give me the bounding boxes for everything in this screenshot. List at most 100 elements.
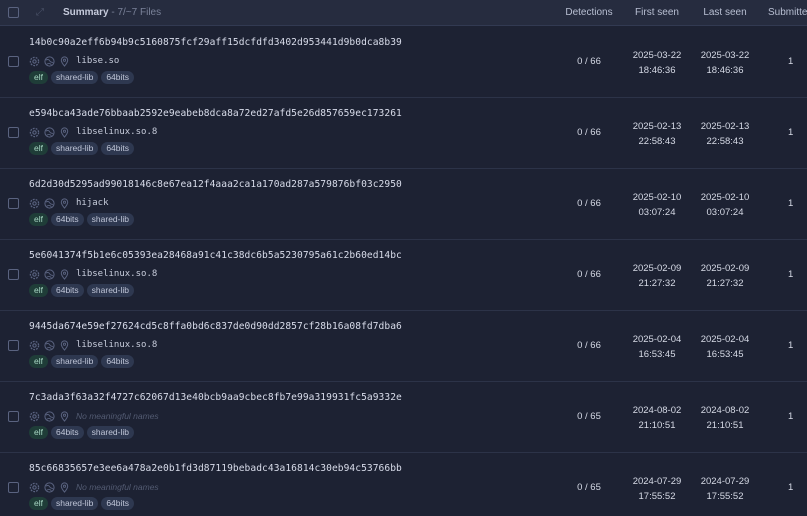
table-row[interactable]: e594bca43ade76bbaab2592e9eabeb8dca8a72ed… <box>0 98 807 169</box>
tag-shared-lib[interactable]: shared-lib <box>86 284 134 297</box>
file-hash-link[interactable]: e594bca43ade76bbaab2592e9eabeb8dca8a72ed… <box>29 108 402 119</box>
row-checkbox[interactable] <box>8 482 19 493</box>
location-pin-icon <box>59 126 70 138</box>
table-row[interactable]: 5e6041374f5b1e6c05393ea28468a91c41c38dc6… <box>0 240 807 311</box>
settings-icon <box>29 340 40 351</box>
file-meta: libselinux.so.8 <box>29 339 157 351</box>
location-pin-icon <box>59 55 70 67</box>
tag-list: elf 64bits shared-lib <box>29 284 134 297</box>
submitters-value: 1 <box>788 269 794 280</box>
row-checkbox[interactable] <box>8 411 19 422</box>
row-checkbox[interactable] <box>8 127 19 138</box>
detections-column-header[interactable]: Detections <box>560 0 618 26</box>
table-row[interactable]: 85c66835657e3ee6a478a2e0b1fd3d87119bebad… <box>0 453 807 516</box>
first-seen-time: 22:58:43 <box>638 135 676 147</box>
last-seen-date: 2025-02-10 <box>700 192 750 203</box>
settings-icon <box>29 56 40 67</box>
globe-icon <box>44 126 55 138</box>
tag-shared-lib[interactable]: shared-lib <box>50 355 99 368</box>
row-checkbox[interactable] <box>8 198 19 209</box>
first-seen-time: 17:55:52 <box>638 490 676 502</box>
first-seen-time: 03:07:24 <box>638 206 676 218</box>
last-seen-date: 2024-07-29 <box>700 476 750 487</box>
table-row[interactable]: 7c3ada3f63a32f4727c62067d13e40bcb9aa9cbe… <box>0 382 807 453</box>
settings-icon <box>29 198 40 209</box>
first-seen-date: 2025-02-13 <box>632 121 682 132</box>
globe-icon <box>44 55 55 67</box>
tag-shared-lib[interactable]: shared-lib <box>50 497 99 510</box>
first-seen-date: 2025-02-09 <box>632 263 682 274</box>
first-seen-time: 21:10:51 <box>638 419 676 431</box>
last-seen-time: 16:53:45 <box>706 348 744 360</box>
tag-elf[interactable]: elf <box>29 355 48 368</box>
last-seen-time: 22:58:43 <box>706 135 744 147</box>
tag-shared-lib[interactable]: shared-lib <box>50 71 99 84</box>
table-row[interactable]: 6d2d30d5295ad99018146c8e67ea12f4aaa2ca1a… <box>0 169 807 240</box>
location-pin-icon <box>59 197 70 209</box>
first-seen-value: 2025-02-04 16:53:45 <box>627 333 687 362</box>
row-checkbox[interactable] <box>8 340 19 351</box>
last-seen-column-header[interactable]: Last seen <box>698 0 752 26</box>
first-seen-date: 2025-02-10 <box>632 192 682 203</box>
summary-column-header: Summary - 7/~7 Files <box>63 0 161 26</box>
tag-shared-lib[interactable]: shared-lib <box>50 142 99 155</box>
tag-elf[interactable]: elf <box>29 284 48 297</box>
submitters-value: 1 <box>788 127 794 138</box>
first-seen-date: 2025-02-04 <box>632 334 682 345</box>
table-row[interactable]: 9445da674e59ef27624cd5c8ffa0bd6c837de0d9… <box>0 311 807 382</box>
table-row[interactable]: 14b0c90a2eff6b94b9c5160875fcf29aff15dcfd… <box>0 27 807 98</box>
tag-64bits[interactable]: 64bits <box>50 213 84 226</box>
submitters-value: 1 <box>788 198 794 209</box>
file-name: libselinux.so.8 <box>76 340 158 350</box>
first-seen-date: 2024-08-02 <box>632 405 682 416</box>
row-checkbox[interactable] <box>8 56 19 67</box>
tag-64bits[interactable]: 64bits <box>101 355 134 368</box>
first-seen-value: 2025-03-22 18:46:36 <box>627 49 687 78</box>
expand-all-icon[interactable]: ⤢ <box>36 0 44 26</box>
tag-64bits[interactable]: 64bits <box>50 426 84 439</box>
file-hash-link[interactable]: 14b0c90a2eff6b94b9c5160875fcf29aff15dcfd… <box>29 37 402 48</box>
file-hash-link[interactable]: 5e6041374f5b1e6c05393ea28468a91c41c38dc6… <box>29 250 402 261</box>
last-seen-date: 2025-03-22 <box>700 50 750 61</box>
tag-elf[interactable]: elf <box>29 213 48 226</box>
file-hash-link[interactable]: 7c3ada3f63a32f4727c62067d13e40bcb9aa9cbe… <box>29 392 402 403</box>
file-name: libselinux.so.8 <box>76 127 158 137</box>
file-name: No meaningful names <box>76 411 159 421</box>
first-seen-date: 2025-03-22 <box>632 50 682 61</box>
file-name: libse.so <box>76 56 120 66</box>
last-seen-value: 2024-08-02 21:10:51 <box>695 404 755 433</box>
submitters-column-header[interactable]: Submitte <box>768 0 807 26</box>
tag-64bits[interactable]: 64bits <box>50 284 84 297</box>
tag-shared-lib[interactable]: shared-lib <box>86 213 134 226</box>
tag-64bits[interactable]: 64bits <box>101 497 134 510</box>
globe-icon <box>44 197 55 209</box>
table-header: ⤢ Summary - 7/~7 Files Detections First … <box>0 0 807 26</box>
tag-64bits[interactable]: 64bits <box>101 71 134 84</box>
file-hash-link[interactable]: 9445da674e59ef27624cd5c8ffa0bd6c837de0d9… <box>29 321 402 332</box>
submitters-value: 1 <box>788 411 794 422</box>
tag-elf[interactable]: elf <box>29 142 48 155</box>
last-seen-value: 2025-03-22 18:46:36 <box>695 49 755 78</box>
submitters-value: 1 <box>788 340 794 351</box>
last-seen-value: 2024-07-29 17:55:52 <box>695 475 755 504</box>
file-hash-link[interactable]: 85c66835657e3ee6a478a2e0b1fd3d87119bebad… <box>29 463 402 474</box>
file-hash-link[interactable]: 6d2d30d5295ad99018146c8e67ea12f4aaa2ca1a… <box>29 179 402 190</box>
file-name: No meaningful names <box>76 482 159 492</box>
tag-shared-lib[interactable]: shared-lib <box>86 426 134 439</box>
tag-list: elf shared-lib 64bits <box>29 355 134 368</box>
submitters-value: 1 <box>788 482 794 493</box>
first-seen-date: 2024-07-29 <box>632 476 682 487</box>
first-seen-value: 2025-02-13 22:58:43 <box>627 120 687 149</box>
tag-64bits[interactable]: 64bits <box>101 142 134 155</box>
tag-elf[interactable]: elf <box>29 497 48 510</box>
settings-icon <box>29 269 40 280</box>
detections-value: 0 / 66 <box>577 269 601 280</box>
tag-elf[interactable]: elf <box>29 71 48 84</box>
last-seen-date: 2024-08-02 <box>700 405 750 416</box>
summary-label: Summary <box>63 7 109 18</box>
location-pin-icon <box>59 410 70 422</box>
first-seen-column-header[interactable]: First seen <box>628 0 686 26</box>
select-all-checkbox[interactable] <box>8 7 19 18</box>
tag-elf[interactable]: elf <box>29 426 48 439</box>
row-checkbox[interactable] <box>8 269 19 280</box>
